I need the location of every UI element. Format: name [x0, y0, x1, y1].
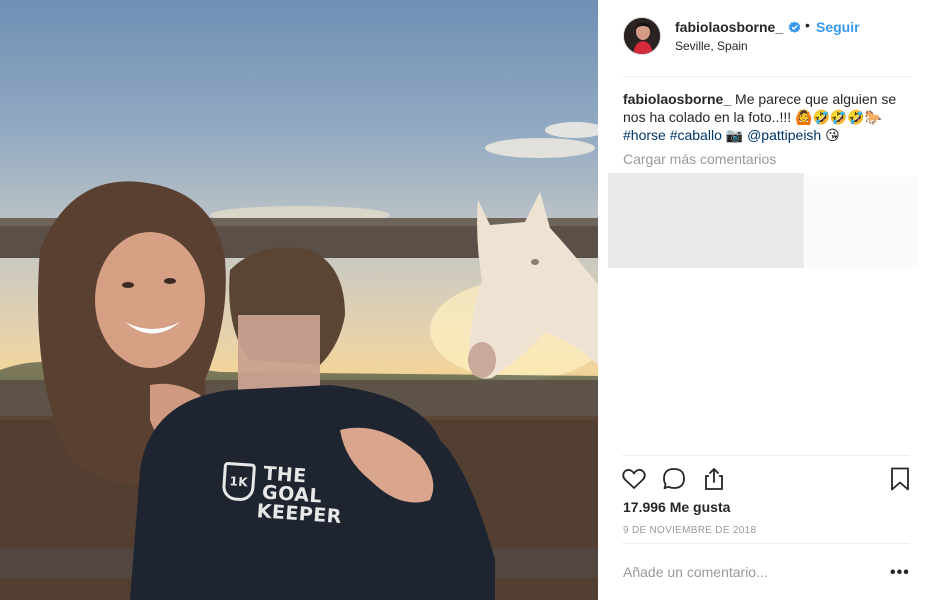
caption-username[interactable]: fabiolaosborne_: [623, 91, 731, 107]
shirt-print: 1K THE GOAL KEEPER: [221, 461, 345, 528]
divider: [622, 543, 910, 544]
share-icon[interactable]: [701, 466, 727, 492]
camera-emoji: 📷: [725, 127, 744, 143]
heart-icon[interactable]: [621, 466, 647, 492]
divider: [622, 455, 910, 456]
cloud: [485, 138, 595, 158]
header-username[interactable]: fabiolaosborne_: [675, 19, 783, 35]
shirt-logo: 1K: [221, 461, 257, 502]
hashtag-caballo[interactable]: #caballo: [670, 127, 722, 143]
kiss-emoji: 😘: [825, 127, 840, 143]
comment-icon[interactable]: [661, 466, 687, 492]
post-date[interactable]: 9 DE NOVIEMBRE DE 2018: [623, 525, 756, 536]
post-header: fabiolaosborne_ • Seguir Seville, Spain: [598, 0, 933, 76]
comment-placeholder-light: [805, 177, 919, 268]
likes-count[interactable]: 17.996 Me gusta: [623, 499, 730, 515]
header-separator: •: [805, 17, 810, 33]
post-caption: fabiolaosborne_ Me parece que alguien se…: [623, 90, 913, 144]
avatar-image: [624, 18, 660, 54]
comment-placeholder: [608, 173, 804, 268]
bookmark-icon[interactable]: [887, 466, 913, 492]
divider: [622, 76, 910, 77]
add-comment-input[interactable]: [623, 562, 873, 582]
hashtag-horse[interactable]: #horse: [623, 127, 666, 143]
more-options-button[interactable]: •••: [890, 564, 910, 582]
post-photo[interactable]: 1K THE GOAL KEEPER: [0, 0, 598, 600]
verified-badge-icon: [788, 21, 801, 33]
post-location[interactable]: Seville, Spain: [675, 39, 748, 53]
mention-pattipeish[interactable]: @pattipeish: [747, 127, 821, 143]
post-side-panel: fabiolaosborne_ • Seguir Seville, Spain …: [598, 0, 933, 600]
follow-button[interactable]: Seguir: [816, 19, 860, 35]
avatar[interactable]: [623, 17, 661, 55]
cloud: [545, 122, 598, 138]
load-more-comments-link[interactable]: Cargar más comentarios: [623, 151, 776, 167]
